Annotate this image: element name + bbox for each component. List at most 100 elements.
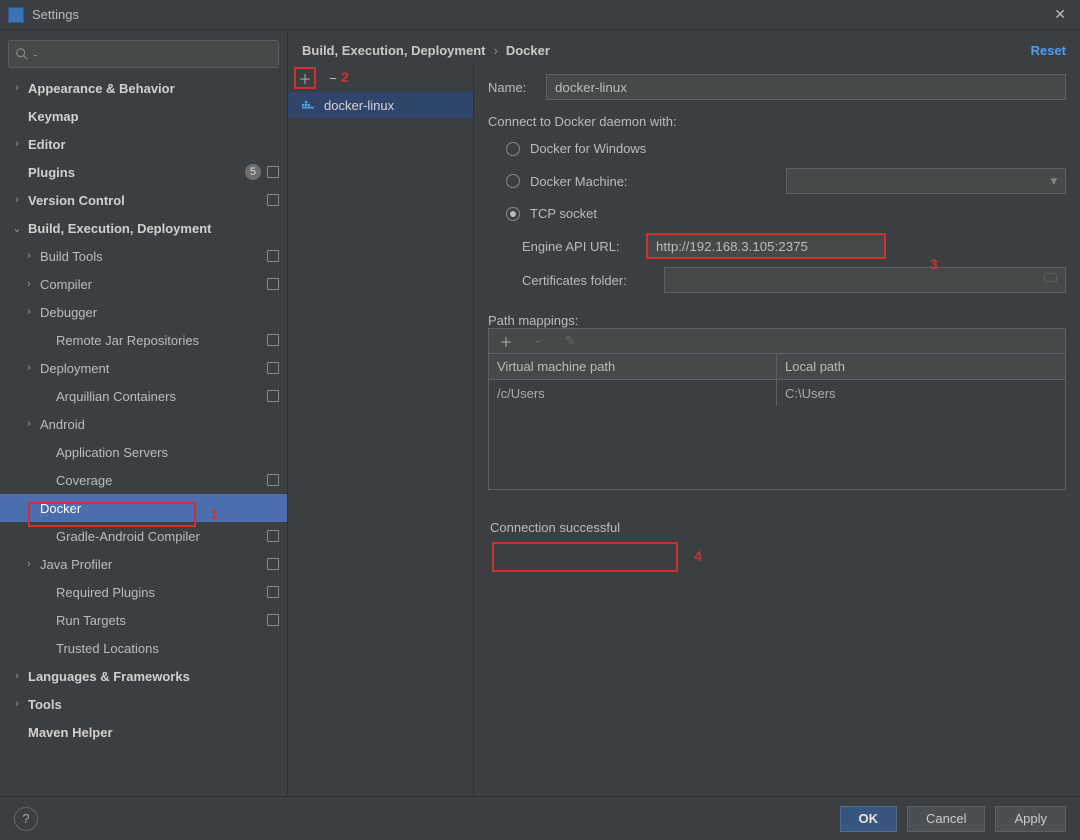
scope-icon [267,250,279,262]
pm-remove-button[interactable]: − [527,330,549,352]
engine-url-input[interactable] [646,233,886,259]
sidebar-item-required-plugins[interactable]: Required Plugins [0,578,287,606]
path-mappings-body[interactable]: /c/Users C:\Users [488,380,1066,490]
sidebar-item-label: Coverage [56,473,112,488]
breadcrumb-a[interactable]: Build, Execution, Deployment [302,43,485,58]
chevron-right-icon: › [22,502,36,514]
sidebar-item-debugger[interactable]: ›Debugger [0,298,287,326]
pm-header-local: Local path [777,354,1065,379]
sidebar-item-android[interactable]: ›Android [0,410,287,438]
docker-configs-panel: ＋ − docker-linux [288,64,474,796]
scope-icon [267,278,279,290]
apply-button[interactable]: Apply [995,806,1066,832]
scope-icon [267,334,279,346]
sidebar-item-deployment[interactable]: › Deployment [0,354,287,382]
scope-icon [267,194,279,206]
connect-label: Connect to Docker daemon with: [488,114,1066,129]
sidebar-item-build-execution-deployment[interactable]: ⌄ Build, Execution, Deployment [0,214,287,242]
sidebar-item-appearance-behavior[interactable]: ›Appearance & Behavior [0,74,287,102]
sidebar-item-arquillian-containers[interactable]: Arquillian Containers [0,382,287,410]
chevron-right-icon: › [10,698,24,710]
sidebar-item-label: Run Targets [56,613,126,628]
pm-cell-vm: /c/Users [489,380,777,406]
sidebar-item-label: Remote Jar Repositories [56,333,199,348]
cert-folder-label: Certificates folder: [522,273,650,288]
pm-cell-local: C:\Users [777,380,1065,406]
sidebar-item-build-tools[interactable]: ›Build Tools [0,242,287,270]
sidebar-item-run-targets[interactable]: Run Targets [0,606,287,634]
cert-folder-input[interactable]: 🗀 [664,267,1066,293]
docker-form: Name: Connect to Docker daemon with: Doc… [474,64,1080,796]
sidebar-item-label: Appearance & Behavior [28,81,175,96]
sidebar-item-java-profiler[interactable]: ›Java Profiler [0,550,287,578]
chevron-right-icon: › [10,670,24,682]
chevron-right-icon: › [10,138,24,150]
pm-header-vm: Virtual machine path [489,354,777,379]
chevron-right-icon: › [22,250,36,262]
chevron-down-icon: ▾ [1050,173,1057,189]
radio-tcp-socket[interactable] [506,207,520,221]
reset-link[interactable]: Reset [1031,43,1066,58]
sidebar-item-plugins[interactable]: Plugins5 [0,158,287,186]
sidebar-item-keymap[interactable]: Keymap [0,102,287,130]
scope-icon [267,558,279,570]
sidebar-item-trusted-locations[interactable]: Trusted Locations [0,634,287,662]
path-mappings-toolbar: ＋ − ✎ [488,328,1066,354]
sidebar-item-coverage[interactable]: Coverage [0,466,287,494]
cancel-button[interactable]: Cancel [907,806,985,832]
sidebar-item-label: Deployment [40,361,109,376]
docker-config-label: docker-linux [324,98,394,113]
sidebar-item-label: Docker [40,501,81,516]
dialog-footer: ? OK Cancel Apply [0,796,1080,840]
sidebar-item-label: Languages & Frameworks [28,669,190,684]
scope-icon [267,614,279,626]
name-input[interactable] [546,74,1066,100]
sidebar-item-label: Version Control [28,193,125,208]
sidebar-item-label: Gradle-Android Compiler [56,529,200,544]
connection-status: Connection successful [488,516,1066,539]
badge: 5 [245,164,261,180]
ok-button[interactable]: OK [840,806,898,832]
chevron-right-icon: › [10,194,24,206]
breadcrumb: Build, Execution, Deployment › Docker Re… [288,30,1080,64]
add-button[interactable]: ＋ [294,67,316,89]
window-title: Settings [32,7,79,22]
sidebar-item-version-control[interactable]: › Version Control [0,186,287,214]
sidebar-item-languages-frameworks[interactable]: › Languages & Frameworks [0,662,287,690]
scope-icon [267,362,279,374]
radio-label-machine: Docker Machine: [530,174,628,189]
pm-edit-button[interactable]: ✎ [559,330,581,352]
chevron-down-icon: ⌄ [10,222,24,235]
sidebar-item-compiler[interactable]: ›Compiler [0,270,287,298]
search-input[interactable]: - [8,40,279,68]
sidebar-item-maven-helper[interactable]: Maven Helper [0,718,287,746]
radio-docker-machine[interactable] [506,174,520,188]
sidebar-item-label: Tools [28,697,62,712]
sidebar-item-label: Java Profiler [40,557,112,572]
help-button[interactable]: ? [14,807,38,831]
scope-icon [267,586,279,598]
radio-docker-for-windows[interactable] [506,142,520,156]
sidebar-item-label: Debugger [40,305,97,320]
folder-icon[interactable]: 🗀 [1044,269,1057,291]
chevron-right-icon: › [22,362,36,374]
sidebar-item-docker[interactable]: › Docker [0,494,287,522]
breadcrumb-b: Docker [506,43,550,58]
sidebar-item-label: Compiler [40,277,92,292]
sidebar-item-editor[interactable]: ›Editor [0,130,287,158]
docker-machine-combo[interactable]: ▾ [786,168,1066,194]
chevron-right-icon: › [22,418,36,430]
sidebar-item-label: Build, Execution, Deployment [28,221,211,236]
sidebar-item-gradle-android-compiler[interactable]: Gradle-Android Compiler [0,522,287,550]
settings-sidebar: - ›Appearance & BehaviorKeymap›EditorPlu… [0,30,288,796]
sidebar-item-application-servers[interactable]: Application Servers [0,438,287,466]
sidebar-item-tools[interactable]: › Tools [0,690,287,718]
pm-add-button[interactable]: ＋ [495,330,517,352]
sidebar-item-remote-jar-repositories[interactable]: Remote Jar Repositories [0,326,287,354]
close-icon[interactable]: ✕ [1048,6,1072,23]
table-row[interactable]: /c/Users C:\Users [489,380,1065,406]
path-mappings-label: Path mappings: [488,313,1066,328]
search-icon [15,47,29,61]
docker-config-item[interactable]: docker-linux [288,92,473,118]
remove-button[interactable]: − [322,67,344,89]
